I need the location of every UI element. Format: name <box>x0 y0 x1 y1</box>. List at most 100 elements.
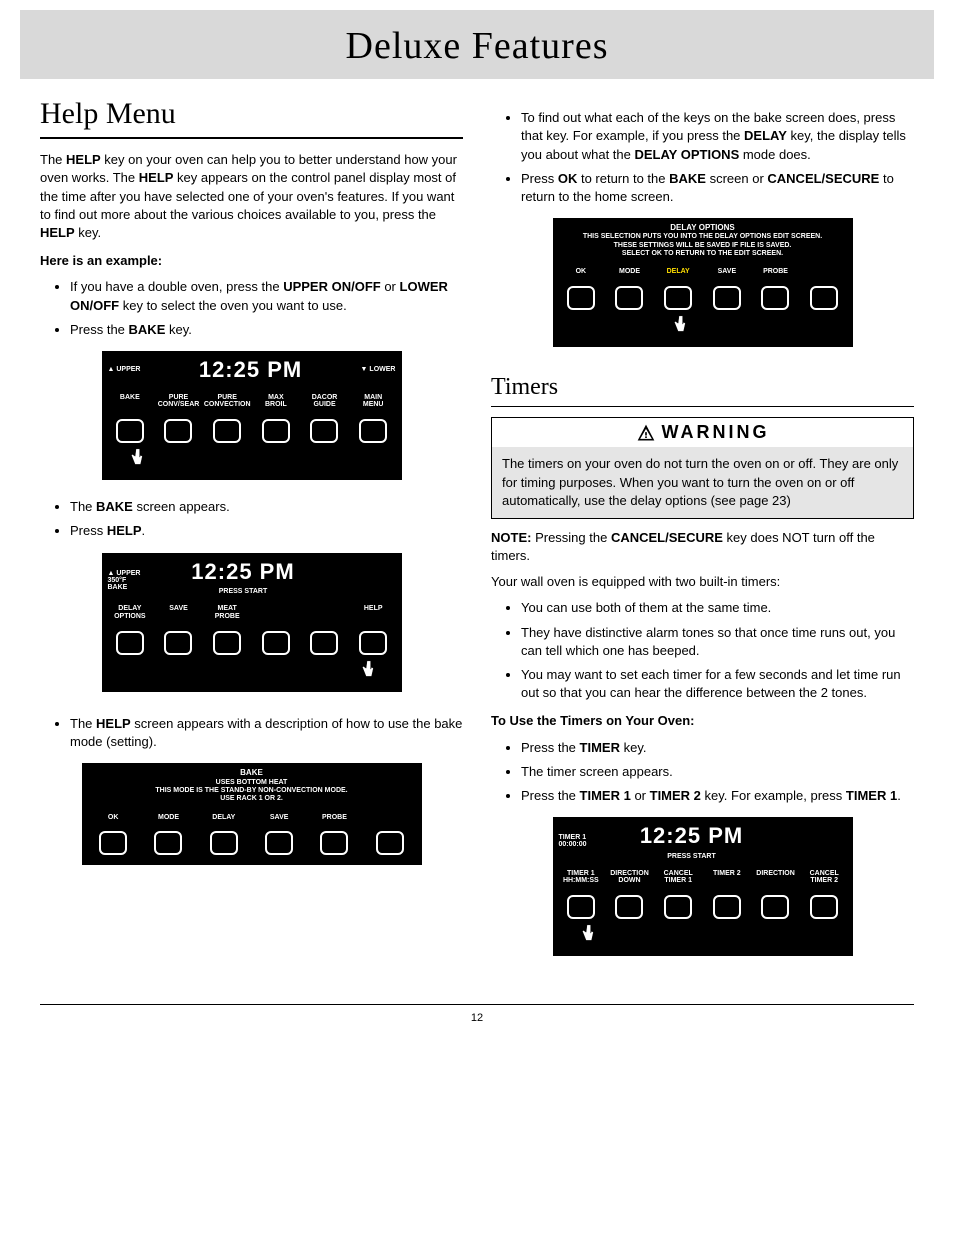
oven-key[interactable] <box>310 419 338 443</box>
softkey-label-highlighted: DELAY <box>654 268 703 276</box>
lower-indicator: ▼ LOWER <box>361 365 396 375</box>
oven-key[interactable] <box>154 831 182 855</box>
oven-key[interactable] <box>265 831 293 855</box>
oven-key[interactable] <box>761 895 789 919</box>
title-banner: Deluxe Features <box>20 10 934 79</box>
soft-key-labels: OK MODE DELAY SAVE PROBE <box>553 260 853 280</box>
list-item: To find out what each of the keys on the… <box>521 109 914 164</box>
oven-key[interactable] <box>810 895 838 919</box>
softkey-label: DIRECTIONDOWN <box>605 870 654 885</box>
oven-key[interactable] <box>213 419 241 443</box>
softkey-label: BAKE <box>106 394 155 409</box>
use-timers-steps: Press the TIMER key. The timer screen ap… <box>491 739 914 806</box>
oven-key[interactable] <box>116 419 144 443</box>
softkey-label: DELAYOPTIONS <box>106 605 155 620</box>
oven-panel-delay: DELAY OPTIONS THIS SELECTION PUTS YOU IN… <box>491 218 914 352</box>
left-column: Help Menu The HELP key on your oven can … <box>40 89 463 974</box>
list-item: Press the TIMER 1 or TIMER 2 key. For ex… <box>521 787 914 805</box>
oven-panel-bake: ▲ UPPER 350°FBAKE 12:25 PM PRESS START D… <box>40 553 463 697</box>
list-item: If you have a double oven, press the UPP… <box>70 278 463 314</box>
softkey-label: CANCELTIMER 2 <box>800 870 849 885</box>
softkey-label: SAVE <box>251 814 306 822</box>
softkey-label: SAVE <box>154 605 203 620</box>
oven-key[interactable] <box>713 286 741 310</box>
oven-key[interactable] <box>210 831 238 855</box>
page-number: 12 <box>471 1012 483 1024</box>
timer-feature-bullets: You can use both of them at the same tim… <box>491 599 914 702</box>
panel-info-text: USES BOTTOM HEATTHIS MODE IS THE STAND-B… <box>82 779 422 806</box>
oven-key[interactable] <box>567 895 595 919</box>
timers-note: NOTE: Pressing the CANCEL/SECURE key doe… <box>491 529 914 565</box>
oven-key[interactable] <box>262 419 290 443</box>
oven-key[interactable] <box>99 831 127 855</box>
press-start: PRESS START <box>640 852 743 862</box>
softkey-label <box>300 605 349 620</box>
pointer-hand-icon <box>576 923 598 950</box>
oven-key[interactable] <box>664 895 692 919</box>
example-label: Here is an example: <box>40 252 463 270</box>
oven-key[interactable] <box>359 631 387 655</box>
softkey-label: OK <box>557 268 606 276</box>
warning-box: WARNING The timers on your oven do not t… <box>491 417 914 519</box>
oven-key[interactable] <box>664 286 692 310</box>
list-item: They have distinctive alarm tones so tha… <box>521 624 914 660</box>
pointer-hand-icon <box>668 314 690 341</box>
oven-key[interactable] <box>376 831 404 855</box>
example-steps-1: If you have a double oven, press the UPP… <box>40 278 463 339</box>
soft-key-labels: OK MODE DELAY SAVE PROBE <box>82 806 422 826</box>
softkey-label: MODE <box>605 268 654 276</box>
use-timers-label: To Use the Timers on Your Oven: <box>491 712 914 730</box>
equip-text: Your wall oven is equipped with two buil… <box>491 573 914 591</box>
oven-key[interactable] <box>310 631 338 655</box>
help-menu-heading: Help Menu <box>40 93 463 139</box>
soft-key-labels: DELAYOPTIONS SAVE MEATPROBE HELP <box>102 597 402 624</box>
oven-key[interactable] <box>810 286 838 310</box>
softkey-label: PURECONVECTION <box>203 394 252 409</box>
softkey-label: MAINMENU <box>349 394 398 409</box>
list-item: Press the TIMER key. <box>521 739 914 757</box>
softkey-label: MEATPROBE <box>203 605 252 620</box>
oven-key[interactable] <box>567 286 595 310</box>
softkey-label: SAVE <box>703 268 752 276</box>
oven-key[interactable] <box>116 631 144 655</box>
panel-title: BAKE <box>82 763 422 778</box>
oven-key[interactable] <box>713 895 741 919</box>
oven-panel-home: ▲ UPPER 12:25 PM ▼ LOWER BAKE PURECONV/S… <box>40 351 463 480</box>
list-item: You can use both of them at the same tim… <box>521 599 914 617</box>
softkey-label <box>800 268 849 276</box>
list-item: The timer screen appears. <box>521 763 914 781</box>
oven-key[interactable] <box>615 286 643 310</box>
softkey-label: PROBE <box>307 814 362 822</box>
softkey-label: MAXBROIL <box>252 394 301 409</box>
list-item: The HELP screen appears with a descripti… <box>70 715 463 751</box>
warning-body: The timers on your oven do not turn the … <box>492 447 913 518</box>
oven-key[interactable] <box>164 631 192 655</box>
clock: 12:25 PM <box>640 821 743 852</box>
warning-icon <box>636 423 656 443</box>
oven-key[interactable] <box>262 631 290 655</box>
oven-panel-timer: TIMER 100:00:00 12:25 PM PRESS START TIM… <box>491 817 914 956</box>
oven-key[interactable] <box>320 831 348 855</box>
softkey-label: PROBE <box>751 268 800 276</box>
softkey-label <box>362 814 417 822</box>
example-steps-2: The BAKE screen appears. Press HELP. <box>40 498 463 540</box>
list-item: Press OK to return to the BAKE screen or… <box>521 170 914 206</box>
warning-header: WARNING <box>492 418 913 447</box>
oven-key[interactable] <box>213 631 241 655</box>
key-row <box>82 825 422 865</box>
softkey-label: DIRECTION <box>751 870 800 885</box>
softkey-label: DELAY <box>196 814 251 822</box>
oven-key[interactable] <box>359 419 387 443</box>
timer-readout: TIMER 100:00:00 <box>559 834 587 848</box>
softkey-label: CANCELTIMER 1 <box>654 870 703 885</box>
oven-panel-help-bake: BAKE USES BOTTOM HEATTHIS MODE IS THE ST… <box>40 763 463 865</box>
softkey-label: TIMER 1HH:MM:SS <box>557 870 606 885</box>
example-steps-3: The HELP screen appears with a descripti… <box>40 715 463 751</box>
timers-heading: Timers <box>491 371 914 408</box>
oven-key[interactable] <box>164 419 192 443</box>
oven-key[interactable] <box>761 286 789 310</box>
softkey-label <box>252 605 301 620</box>
page-footer: 12 <box>40 1004 914 1046</box>
oven-key[interactable] <box>615 895 643 919</box>
upper-indicator: ▲ UPPER <box>108 365 141 375</box>
